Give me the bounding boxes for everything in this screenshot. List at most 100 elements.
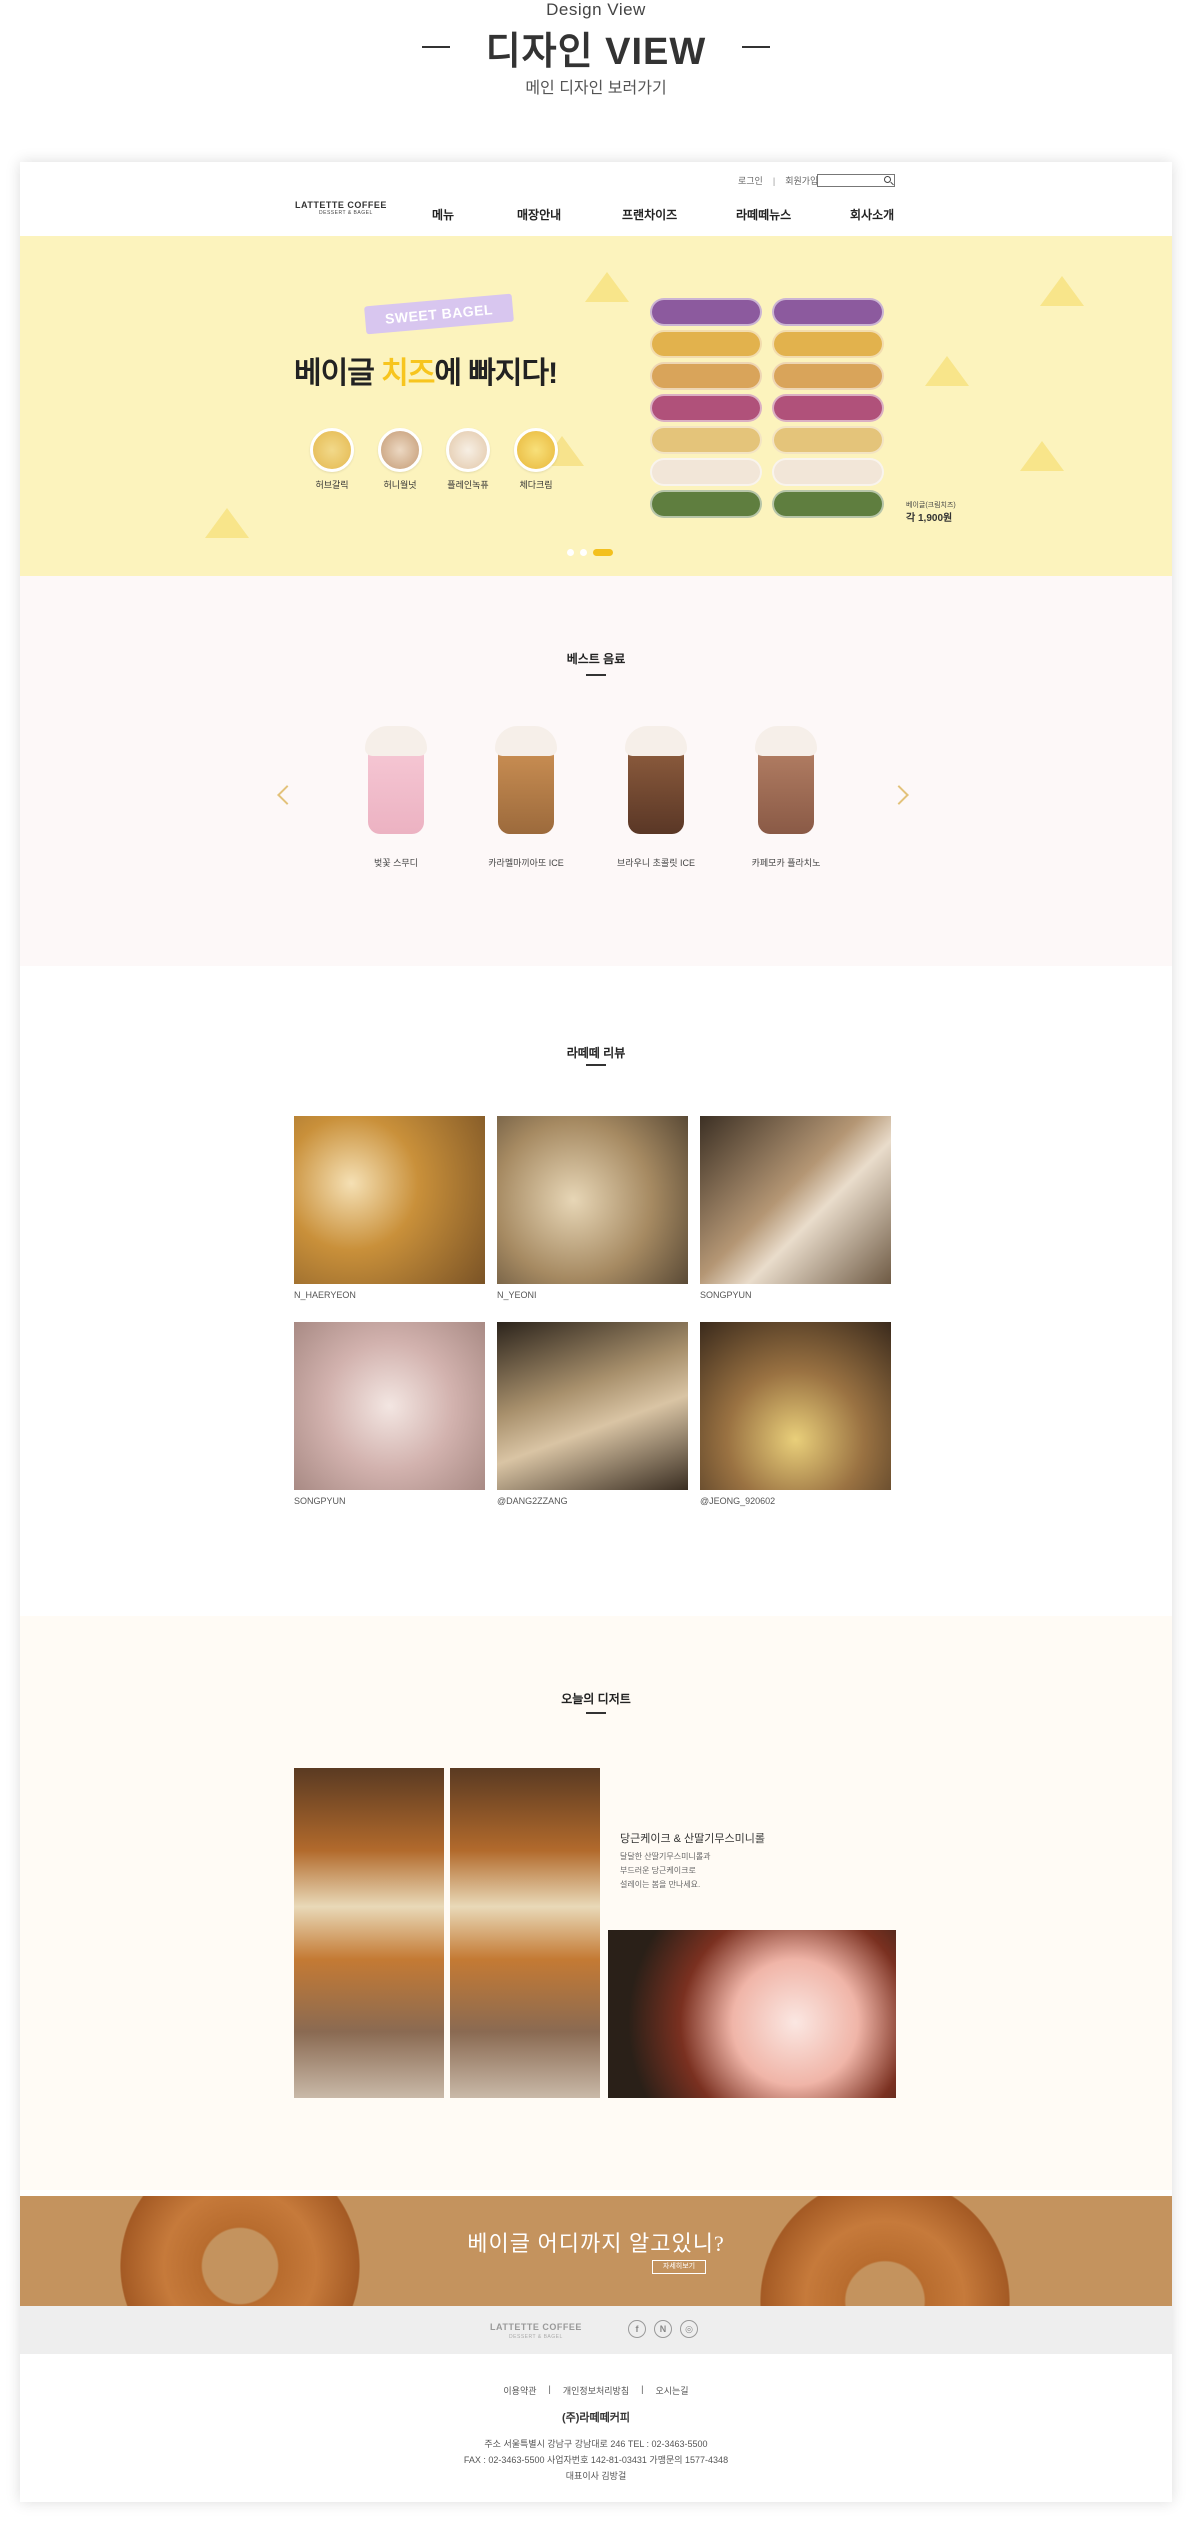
section-title: 라떼떼 리뷰 <box>566 1046 626 1060</box>
dessert-desc-line: 설레이는 봄을 만나세요. <box>620 1880 701 1889</box>
flavor-image <box>310 428 354 472</box>
privacy-link[interactable]: 개인정보처리방침 <box>563 2384 629 2397</box>
pager-dot[interactable] <box>567 549 574 556</box>
site-logo[interactable]: LATTETTE COFFEE DESSERT & BAGEL <box>295 200 395 226</box>
review-photo <box>700 1322 891 1490</box>
price-label: 각 1,900원 <box>906 513 953 524</box>
site-footer: 이용약관 | 개인정보처리방침 | 오시는길 (주)라떼떼커피 주소 서울특별시… <box>20 2354 1172 2502</box>
review-card[interactable]: N_YEONI <box>497 1116 688 1300</box>
flavor-label: 허니월넛 <box>383 480 417 490</box>
review-card[interactable]: N_HAERYEON <box>294 1116 485 1300</box>
utility-links: 로그인 | 회원가입 <box>738 174 818 187</box>
footer-separator: | <box>548 2384 551 2394</box>
title-dash-right <box>742 46 771 48</box>
section-title: 베스트 음료 <box>566 652 626 666</box>
logo-text: LATTETTE COFFEE <box>295 200 387 210</box>
drink-item[interactable]: 카페모카 플라치노 <box>738 726 834 869</box>
review-author: SONGPYUN <box>700 1290 752 1300</box>
review-photo <box>294 1322 485 1490</box>
drink-item[interactable]: 벚꽃 스무디 <box>348 726 444 869</box>
dessert-description: 달달한 산딸기무스미니롤과 부드러운 당근케이크로 설레이는 봄을 만나세요. <box>620 1850 711 1892</box>
flavor-item[interactable]: 플레인녹퓨 <box>438 428 498 491</box>
bagel-image <box>650 330 762 358</box>
banner-title: 베이글 어디까지 알고있니? <box>467 2231 725 2256</box>
nav-item-menu[interactable]: 메뉴 <box>432 206 454 223</box>
bagel-image <box>650 362 762 390</box>
dessert-desc-line: 부드러운 당근케이크로 <box>620 1866 696 1875</box>
nav-item-news[interactable]: 라떼떼뉴스 <box>736 206 791 223</box>
section-underline <box>586 1712 606 1714</box>
deco-triangle <box>1020 441 1064 471</box>
bagel-image <box>650 458 762 486</box>
bagel-image <box>772 394 884 422</box>
nav-item-franchise[interactable]: 프랜차이즈 <box>622 206 677 223</box>
pager-dot-active[interactable] <box>593 549 613 556</box>
drink-name: 벚꽃 스무디 <box>374 858 418 868</box>
company-address: 주소 서울특별시 강남구 강남대로 246 TEL : 02-3463-5500 <box>484 2439 708 2449</box>
login-link[interactable]: 로그인 <box>738 174 763 187</box>
flavor-item[interactable]: 허니월넛 <box>370 428 430 491</box>
drink-item[interactable]: 브라우니 초콜릿 ICE <box>608 726 704 869</box>
bagel-stack <box>772 298 884 522</box>
review-author: SONGPYUN <box>294 1496 346 1506</box>
company-fax: FAX : 02-3463-5500 사업자번호 142-81-03431 가맹… <box>463 2455 729 2465</box>
flavor-label: 허브갈릭 <box>315 480 349 490</box>
bagel-image <box>772 490 884 518</box>
search-icon[interactable] <box>884 176 891 183</box>
drink-cup <box>758 752 814 834</box>
bagel-image <box>772 362 884 390</box>
review-photo <box>497 1116 688 1284</box>
review-card[interactable]: SONGPYUN <box>294 1322 485 1506</box>
footer-logo[interactable]: LATTETTE COFFEE DESSERT & BAGEL <box>490 2322 582 2340</box>
deco-triangle <box>205 508 249 538</box>
hero-banner[interactable]: SWEET BAGEL 베이글 치즈에 빠지다! 허브갈릭 허니월넛 플레인녹퓨… <box>20 236 1172 576</box>
next-arrow-icon[interactable] <box>889 785 909 805</box>
review-author: N_HAERYEON <box>294 1290 356 1300</box>
bagel-image <box>772 458 884 486</box>
carrot-cake-image <box>450 1768 600 2098</box>
bagel-image <box>650 298 762 326</box>
flavor-image <box>514 428 558 472</box>
hero-title-pre: 베이글 <box>294 357 382 390</box>
section-underline <box>586 674 606 676</box>
bagel-image <box>772 426 884 454</box>
drink-cream <box>495 726 557 756</box>
section-title: 오늘의 디저트 <box>561 1692 631 1706</box>
facebook-icon[interactable]: f <box>628 2320 646 2338</box>
naver-icon[interactable]: N <box>654 2320 672 2338</box>
pager-dot[interactable] <box>580 549 587 556</box>
instagram-icon[interactable]: ◎ <box>680 2320 698 2338</box>
drink-cream <box>625 726 687 756</box>
drink-cup <box>628 752 684 834</box>
banner-more-button[interactable]: 자세히보기 <box>652 2260 706 2274</box>
footer-bar: LATTETTE COFFEE DESSERT & BAGEL f N ◎ <box>20 2306 1172 2354</box>
bagel-image <box>650 426 762 454</box>
footer-separator: | <box>641 2384 644 2394</box>
nav-item-company[interactable]: 회사소개 <box>850 206 894 223</box>
company-name: (주)라떼떼커피 <box>561 2412 631 2424</box>
flavor-item[interactable]: 체다크림 <box>506 428 566 491</box>
hero-title-post: 에 빠지다! <box>434 357 558 390</box>
carrot-cake-image <box>294 1768 444 2098</box>
drink-name: 카페모카 플라치노 <box>751 858 821 868</box>
nav-item-store[interactable]: 매장안내 <box>517 206 561 223</box>
bagel-image <box>650 394 762 422</box>
hero-pager <box>567 549 613 556</box>
prev-arrow-icon[interactable] <box>277 785 297 805</box>
drink-item[interactable]: 카라멜마끼아또 ICE <box>478 726 574 869</box>
dessert-section: 오늘의 디저트 당근케이크 & 산딸기무스미니롤 달달한 산딸기무스미니롤과 부… <box>20 1616 1172 2190</box>
title-dash-left <box>421 46 450 48</box>
review-card[interactable]: SONGPYUN <box>700 1116 891 1300</box>
directions-link[interactable]: 오시는길 <box>655 2384 688 2397</box>
drink-cream <box>755 726 817 756</box>
logo-subtext: DESSERT & BAGEL <box>319 210 373 216</box>
deco-triangle <box>1040 276 1084 306</box>
terms-link[interactable]: 이용약관 <box>503 2384 536 2397</box>
company-info: 주소 서울특별시 강남구 강남대로 246 TEL : 02-3463-5500… <box>20 2436 1172 2484</box>
search-input[interactable] <box>817 174 895 187</box>
review-card[interactable]: @DANG2ZZANG <box>497 1322 688 1506</box>
join-link[interactable]: 회원가입 <box>785 174 818 187</box>
flavor-item[interactable]: 허브갈릭 <box>302 428 362 491</box>
bagel-banner[interactable]: 베이글 어디까지 알고있니? 자세히보기 <box>20 2196 1172 2306</box>
review-card[interactable]: @JEONG_920602 <box>700 1322 891 1506</box>
